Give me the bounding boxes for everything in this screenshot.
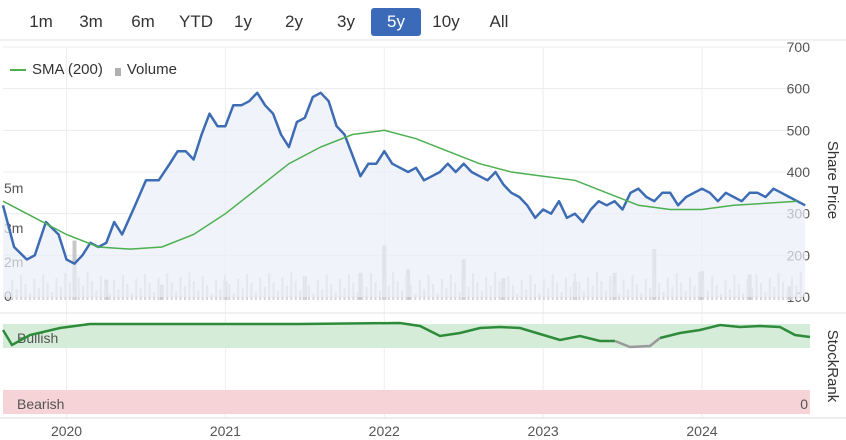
volume-tick-label: 5m	[4, 180, 23, 196]
price-tick-label: 400	[787, 164, 811, 180]
range-button-6m[interactable]: 6m	[122, 8, 164, 36]
share-price-axis-title: Share Price	[824, 141, 841, 219]
range-button-3y[interactable]: 3y	[327, 8, 365, 36]
year-tick-label: 2020	[51, 423, 82, 439]
year-tick-label: 2021	[210, 423, 241, 439]
bearish-band	[3, 390, 810, 414]
price-tick-label: 500	[787, 122, 811, 138]
year-tick-label: 2024	[686, 423, 717, 439]
range-button-all[interactable]: All	[478, 8, 520, 36]
range-button-1m[interactable]: 1m	[18, 8, 64, 36]
range-button-10y[interactable]: 10y	[425, 8, 467, 36]
bullish-band	[3, 324, 810, 348]
range-button-ytd[interactable]: YTD	[170, 8, 222, 36]
price-area	[3, 92, 806, 297]
price-tick-label: 700	[787, 39, 811, 55]
range-button-3m[interactable]: 3m	[70, 8, 112, 36]
range-button-2y[interactable]: 2y	[275, 8, 313, 36]
bearish-label: Bearish	[17, 396, 64, 412]
stockrank-axis-title: StockRank	[824, 330, 841, 403]
range-button-5y[interactable]: 5y	[371, 8, 421, 36]
range-button-1y[interactable]: 1y	[225, 8, 261, 36]
price-chart: 7006005004003002001002020202120222023202…	[0, 39, 846, 439]
rank-zero-label: 0	[800, 396, 808, 412]
year-tick-label: 2022	[369, 423, 400, 439]
year-tick-label: 2023	[528, 423, 559, 439]
price-tick-label: 600	[787, 81, 811, 97]
